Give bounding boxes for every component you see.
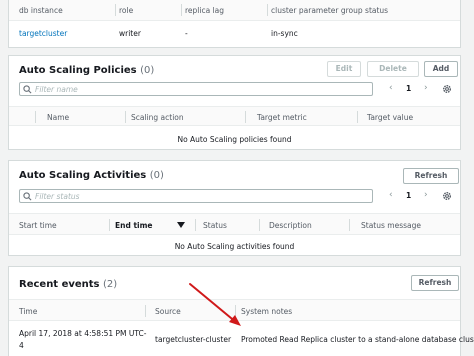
activities-empty-message: No Auto Scaling activities found xyxy=(174,242,295,251)
col-source[interactable]: Source xyxy=(155,307,181,316)
scaling-activities-panel: Auto Scaling Activities (0) Refresh Filt… xyxy=(8,160,461,256)
table-row: April 17, 2018 at 4:58:51 PM UTC- 4 targ… xyxy=(9,321,474,356)
page-number[interactable]: 1 xyxy=(406,84,411,93)
col-start-time[interactable]: Start time xyxy=(19,221,57,230)
col-target-value[interactable]: Target value xyxy=(367,113,413,122)
instances-panel: db instance role replica lag cluster par… xyxy=(8,0,461,48)
event-time-line2: 4 xyxy=(19,341,24,350)
table-row: targetcluster writer - in-sync xyxy=(9,21,460,47)
recent-events-panel: Recent events (2) Refresh Time Source Sy… xyxy=(8,266,474,356)
col-param-status[interactable]: cluster parameter group status xyxy=(271,6,388,15)
event-notes: Promoted Read Replica cluster to a stand… xyxy=(241,335,474,344)
refresh-events-button[interactable]: Refresh xyxy=(411,275,459,291)
col-description[interactable]: Description xyxy=(269,221,312,230)
role-value: writer xyxy=(119,29,141,38)
edit-button[interactable]: Edit xyxy=(327,61,361,77)
col-system-notes[interactable]: System notes xyxy=(241,307,292,316)
page-number[interactable]: 1 xyxy=(406,191,411,200)
events-header-row: Time Source System notes xyxy=(9,299,460,321)
scaling-activities-title: Auto Scaling Activities (0) xyxy=(19,170,164,181)
instances-header-row: db instance role replica lag cluster par… xyxy=(9,0,460,21)
policies-empty-message: No Auto Scaling policies found xyxy=(177,135,292,144)
param-status-value: in-sync xyxy=(271,29,298,38)
col-scaling-action[interactable]: Scaling action xyxy=(131,113,184,122)
event-time-line1: April 17, 2018 at 4:58:51 PM UTC- xyxy=(19,329,147,338)
col-name[interactable]: Name xyxy=(47,113,69,122)
scaling-policies-panel: Auto Scaling Policies (0) Edit Delete Ad… xyxy=(8,55,461,150)
col-status[interactable]: Status xyxy=(203,221,227,230)
col-time[interactable]: Time xyxy=(19,307,37,316)
search-icon xyxy=(23,85,32,94)
col-role[interactable]: role xyxy=(119,6,133,15)
col-status-message[interactable]: Status message xyxy=(361,221,421,230)
refresh-activities-button[interactable]: Refresh xyxy=(403,168,459,184)
delete-button[interactable]: Delete xyxy=(367,61,419,77)
gear-icon[interactable] xyxy=(442,84,452,94)
db-instance-link[interactable]: targetcluster xyxy=(19,29,67,38)
prev-page-icon[interactable]: ‹ xyxy=(389,83,393,93)
next-page-icon[interactable]: › xyxy=(424,83,428,93)
scaling-policies-title: Auto Scaling Policies (0) xyxy=(19,65,155,76)
checkbox-col-sep xyxy=(35,111,36,123)
activities-header-row: Start time End time Status Description S… xyxy=(9,213,460,235)
policies-header-row: Name Scaling action Target metric Target… xyxy=(9,106,460,126)
col-end-time[interactable]: End time xyxy=(115,221,153,230)
gear-icon[interactable] xyxy=(442,191,452,201)
col-target-metric[interactable]: Target metric xyxy=(257,113,307,122)
filter-name-placeholder: Filter name xyxy=(35,85,78,94)
filter-name-input[interactable]: Filter name xyxy=(19,82,373,96)
search-icon xyxy=(23,192,32,201)
filter-status-placeholder: Filter status xyxy=(35,192,80,201)
col-db-instance[interactable]: db instance xyxy=(19,6,63,15)
scaling-activities-count: (0) xyxy=(149,170,164,181)
col-replica-lag[interactable]: replica lag xyxy=(185,6,224,15)
recent-events-count: (2) xyxy=(103,279,118,290)
add-button[interactable]: Add xyxy=(424,61,458,77)
filter-status-input[interactable]: Filter status xyxy=(19,189,373,203)
sort-descending-icon[interactable] xyxy=(177,222,185,228)
prev-page-icon[interactable]: ‹ xyxy=(389,190,393,200)
event-source: targetcluster-cluster xyxy=(155,335,232,344)
recent-events-title: Recent events (2) xyxy=(19,279,118,290)
next-page-icon[interactable]: › xyxy=(424,190,428,200)
replica-lag-value: - xyxy=(185,29,188,38)
scaling-policies-count: (0) xyxy=(140,65,155,76)
